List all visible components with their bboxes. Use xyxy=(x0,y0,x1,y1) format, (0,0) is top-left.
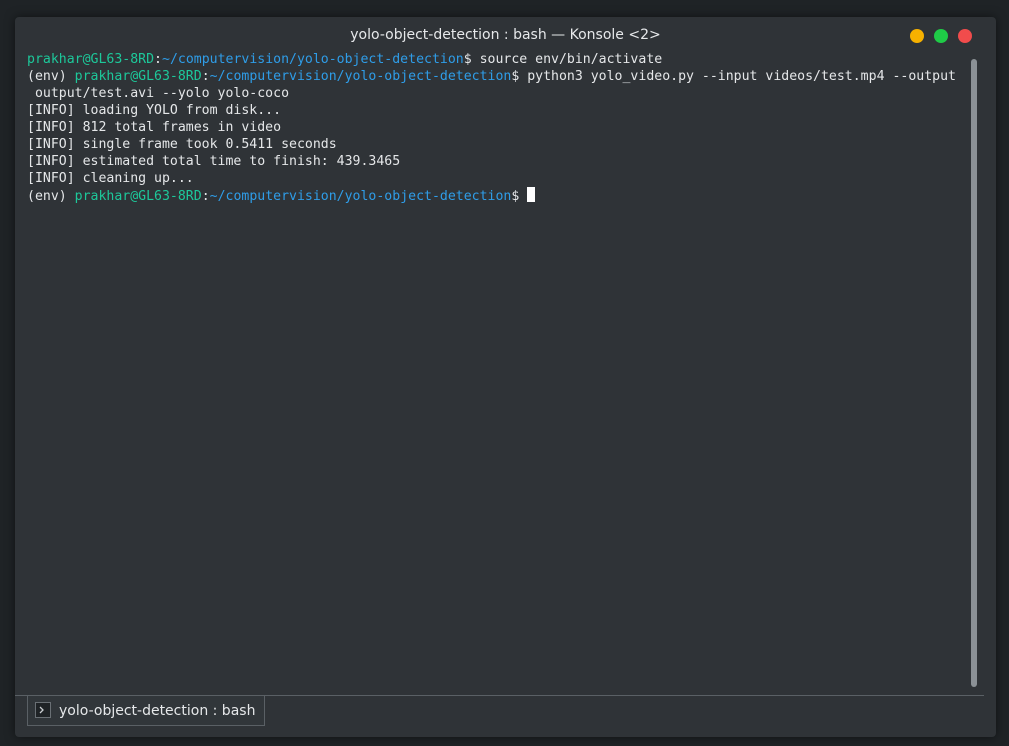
terminal-text: : xyxy=(201,69,210,84)
terminal-output[interactable]: prakhar@GL63-8RD:~/computervision/yolo-o… xyxy=(27,51,967,691)
scrollbar[interactable] xyxy=(971,59,977,687)
terminal-text: [INFO] estimated total time to finish: 4… xyxy=(27,154,401,169)
window-title: yolo-object-detection : bash — Konsole <… xyxy=(350,27,661,43)
terminal-line: prakhar@GL63-8RD:~/computervision/yolo-o… xyxy=(27,51,967,68)
text-cursor xyxy=(527,187,536,202)
terminal-icon xyxy=(35,702,51,718)
terminal-line: [INFO] 812 total frames in video xyxy=(27,119,967,136)
tab-bash[interactable]: yolo-object-detection : bash xyxy=(27,696,265,726)
tab-label: yolo-object-detection : bash xyxy=(59,703,256,719)
maximize-button[interactable] xyxy=(934,29,948,43)
tab-bar: yolo-object-detection : bash xyxy=(15,695,984,737)
prompt-user-host: prakhar@GL63-8RD xyxy=(74,69,202,84)
terminal-text: : xyxy=(201,189,210,204)
title-bar[interactable]: yolo-object-detection : bash — Konsole <… xyxy=(15,17,996,53)
terminal-line: output/test.avi --yolo yolo-coco xyxy=(27,85,967,102)
terminal-line: [INFO] cleaning up... xyxy=(27,170,967,187)
terminal-text: $ xyxy=(511,189,528,204)
terminal-text: [INFO] single frame took 0.5411 seconds xyxy=(27,137,337,152)
terminal-line: (env) prakhar@GL63-8RD:~/computervision/… xyxy=(27,187,967,204)
terminal-text: [INFO] cleaning up... xyxy=(27,171,194,186)
terminal-text: [INFO] 812 total frames in video xyxy=(27,120,282,135)
terminal-text: (env) xyxy=(27,69,75,84)
terminal-line: (env) prakhar@GL63-8RD:~/computervision/… xyxy=(27,68,967,85)
minimize-button[interactable] xyxy=(910,29,924,43)
prompt-user-host: prakhar@GL63-8RD xyxy=(74,189,202,204)
prompt-user-host: prakhar@GL63-8RD xyxy=(27,52,155,67)
terminal-text: $ source env/bin/activate xyxy=(463,52,663,67)
prompt-path: ~/computervision/yolo-object-detection xyxy=(209,189,512,204)
terminal-text: : xyxy=(154,52,162,67)
close-button[interactable] xyxy=(958,29,972,43)
terminal-line: [INFO] single frame took 0.5411 seconds xyxy=(27,136,967,153)
terminal-text: output/test.avi --yolo yolo-coco xyxy=(27,86,290,101)
terminal-line: [INFO] loading YOLO from disk... xyxy=(27,102,967,119)
prompt-path: ~/computervision/yolo-object-detection xyxy=(209,69,512,84)
prompt-path: ~/computervision/yolo-object-detection xyxy=(162,52,464,67)
terminal-line: [INFO] estimated total time to finish: 4… xyxy=(27,153,967,170)
terminal-text: [INFO] loading YOLO from disk... xyxy=(27,103,282,118)
terminal-text: (env) xyxy=(27,189,75,204)
konsole-window: yolo-object-detection : bash — Konsole <… xyxy=(15,17,996,737)
terminal-text: $ python3 yolo_video.py --input videos/t… xyxy=(511,69,956,84)
